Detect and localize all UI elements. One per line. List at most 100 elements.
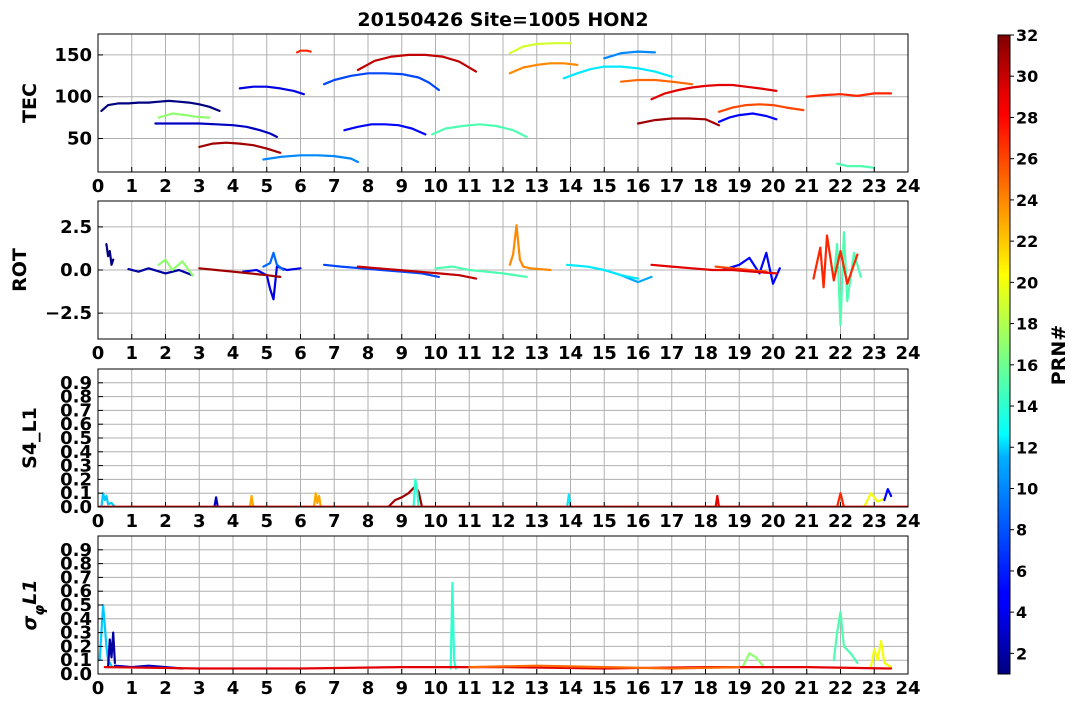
x-tick-label: 17 bbox=[659, 176, 684, 197]
x-tick-label: 14 bbox=[558, 511, 583, 532]
x-tick-label: 1 bbox=[125, 511, 138, 532]
x-tick-label: 18 bbox=[693, 678, 718, 699]
colorbar-tick-label: 16 bbox=[1016, 356, 1038, 375]
series-prn-29 bbox=[714, 494, 721, 507]
x-tick-label: 12 bbox=[490, 678, 515, 699]
x-tick-label: 12 bbox=[490, 511, 515, 532]
x-tick-label: 6 bbox=[294, 511, 307, 532]
x-tick-label: 8 bbox=[362, 343, 375, 364]
colorbar-tick-label: 2 bbox=[1016, 644, 1027, 663]
series-prn-26 bbox=[717, 103, 805, 113]
y-tick-label: 0.0 bbox=[60, 260, 92, 281]
x-tick-label: 8 bbox=[362, 176, 375, 197]
series-prn-9 bbox=[262, 154, 359, 164]
y-tick-label: −2.5 bbox=[45, 303, 92, 324]
x-tick-label: 23 bbox=[862, 343, 887, 364]
series-prn-12 bbox=[566, 493, 572, 507]
x-tick-label: 0 bbox=[92, 343, 105, 364]
colorbar-tick-label: 24 bbox=[1016, 191, 1038, 210]
x-tick-label: 22 bbox=[828, 678, 853, 699]
series-prn-23 bbox=[248, 494, 255, 507]
colorbar-tick-label: 4 bbox=[1016, 603, 1027, 622]
x-tick-label: 11 bbox=[457, 678, 482, 699]
x-tick-label: 5 bbox=[260, 511, 273, 532]
series-prn-5 bbox=[343, 123, 427, 136]
x-tick-label: 9 bbox=[395, 343, 408, 364]
x-tick-label: 0 bbox=[92, 176, 105, 197]
x-tick-label: 6 bbox=[294, 678, 307, 699]
y-tick-label: 100 bbox=[54, 87, 92, 108]
series-group bbox=[105, 224, 862, 327]
colorbar-tick-label: 32 bbox=[1016, 26, 1038, 45]
x-tick-label: 19 bbox=[727, 678, 752, 699]
x-tick-label: 3 bbox=[193, 176, 206, 197]
series-prn-5 bbox=[717, 112, 778, 123]
panel-4: 0 1 2 3 4 5 6 7 8 9 10 11 12 13 14 15 16 17 18 19 20 21 22 23 24… bbox=[19, 535, 921, 699]
colorbar-gradient bbox=[998, 35, 1010, 674]
x-tick-label: 24 bbox=[895, 343, 920, 364]
x-tick-label: 11 bbox=[457, 343, 482, 364]
colorbar-tick-label: 14 bbox=[1016, 397, 1038, 416]
x-tick-label: 15 bbox=[592, 343, 617, 364]
x-tick-label: 21 bbox=[794, 343, 819, 364]
x-tick-label: 18 bbox=[693, 343, 718, 364]
series-prn-3 bbox=[213, 496, 219, 507]
colorbar-tick-label: 30 bbox=[1016, 67, 1038, 86]
x-tick-label: 13 bbox=[524, 678, 549, 699]
x-tick-label: 10 bbox=[423, 678, 448, 699]
x-tick-label: 8 bbox=[362, 511, 375, 532]
x-tick-label: 12 bbox=[490, 176, 515, 197]
colorbar-tick-label: 10 bbox=[1016, 479, 1038, 498]
series-prn-3 bbox=[154, 122, 278, 138]
x-tick-label: 23 bbox=[862, 678, 887, 699]
figure-root: 20150426 Site=1005 HON2 0 1 2 3 4 5 6 7 8 9 10 11 12… bbox=[0, 0, 1077, 709]
colorbar-tick-label: 26 bbox=[1016, 150, 1038, 169]
x-tick-label: 14 bbox=[558, 343, 583, 364]
series-prn-24 bbox=[508, 224, 552, 272]
series-prn-25 bbox=[620, 78, 694, 86]
series-prn-4 bbox=[242, 265, 302, 301]
x-tick-label: 9 bbox=[395, 678, 408, 699]
y-tick-label: 150 bbox=[54, 45, 92, 66]
x-tick-label: 17 bbox=[659, 678, 684, 699]
x-tick-label: 10 bbox=[423, 176, 448, 197]
panel-2: 0 1 2 3 4 5 6 7 8 9 10 11 12 13 14 15 16 17 18 19 20 21 22 23 24… bbox=[9, 200, 921, 364]
x-tick-label: 2 bbox=[159, 511, 172, 532]
x-tick-label: 20 bbox=[760, 678, 785, 699]
colorbar-tick-label: 28 bbox=[1016, 108, 1038, 127]
x-tick-label: 4 bbox=[227, 176, 240, 197]
x-tick-label: 16 bbox=[625, 678, 650, 699]
x-tick-label: 3 bbox=[193, 678, 206, 699]
x-tick-label: 0 bbox=[92, 511, 105, 532]
x-tick-label: 7 bbox=[328, 678, 341, 699]
y-axis-label: σφL1 bbox=[19, 579, 48, 630]
x-tick-label: 18 bbox=[693, 176, 718, 197]
x-tick-label: 10 bbox=[423, 511, 448, 532]
y-tick-label: 50 bbox=[67, 129, 92, 150]
x-tick-label: 17 bbox=[659, 511, 684, 532]
x-tick-label: 3 bbox=[193, 511, 206, 532]
x-tick-label: 15 bbox=[592, 176, 617, 197]
series-prn-31 bbox=[198, 141, 282, 154]
x-tick-label: 6 bbox=[294, 176, 307, 197]
series-prn-1 bbox=[105, 243, 115, 266]
x-tick-label: 24 bbox=[895, 176, 920, 197]
colorbar-tick-label: 20 bbox=[1016, 273, 1038, 292]
x-tick-label: 20 bbox=[760, 176, 785, 197]
x-tick-label: 2 bbox=[159, 343, 172, 364]
x-tick-label: 5 bbox=[260, 343, 273, 364]
x-tick-label: 10 bbox=[423, 343, 448, 364]
colorbar-tick-label: 18 bbox=[1016, 315, 1038, 334]
series-prn-11 bbox=[100, 492, 116, 507]
x-tick-label: 13 bbox=[524, 343, 549, 364]
x-tick-label: 23 bbox=[862, 176, 887, 197]
x-tick-label: 16 bbox=[625, 176, 650, 197]
series-prn-19 bbox=[508, 42, 572, 55]
series-prn-15 bbox=[431, 123, 528, 138]
chart-title: 20150426 Site=1005 HON2 bbox=[357, 9, 648, 31]
x-tick-label: 7 bbox=[328, 343, 341, 364]
x-tick-label: 1 bbox=[125, 343, 138, 364]
series-prn-1 bbox=[100, 99, 221, 112]
colorbar: 2468101214161820222426283032PRN# bbox=[997, 26, 1070, 675]
x-tick-label: 5 bbox=[260, 176, 273, 197]
